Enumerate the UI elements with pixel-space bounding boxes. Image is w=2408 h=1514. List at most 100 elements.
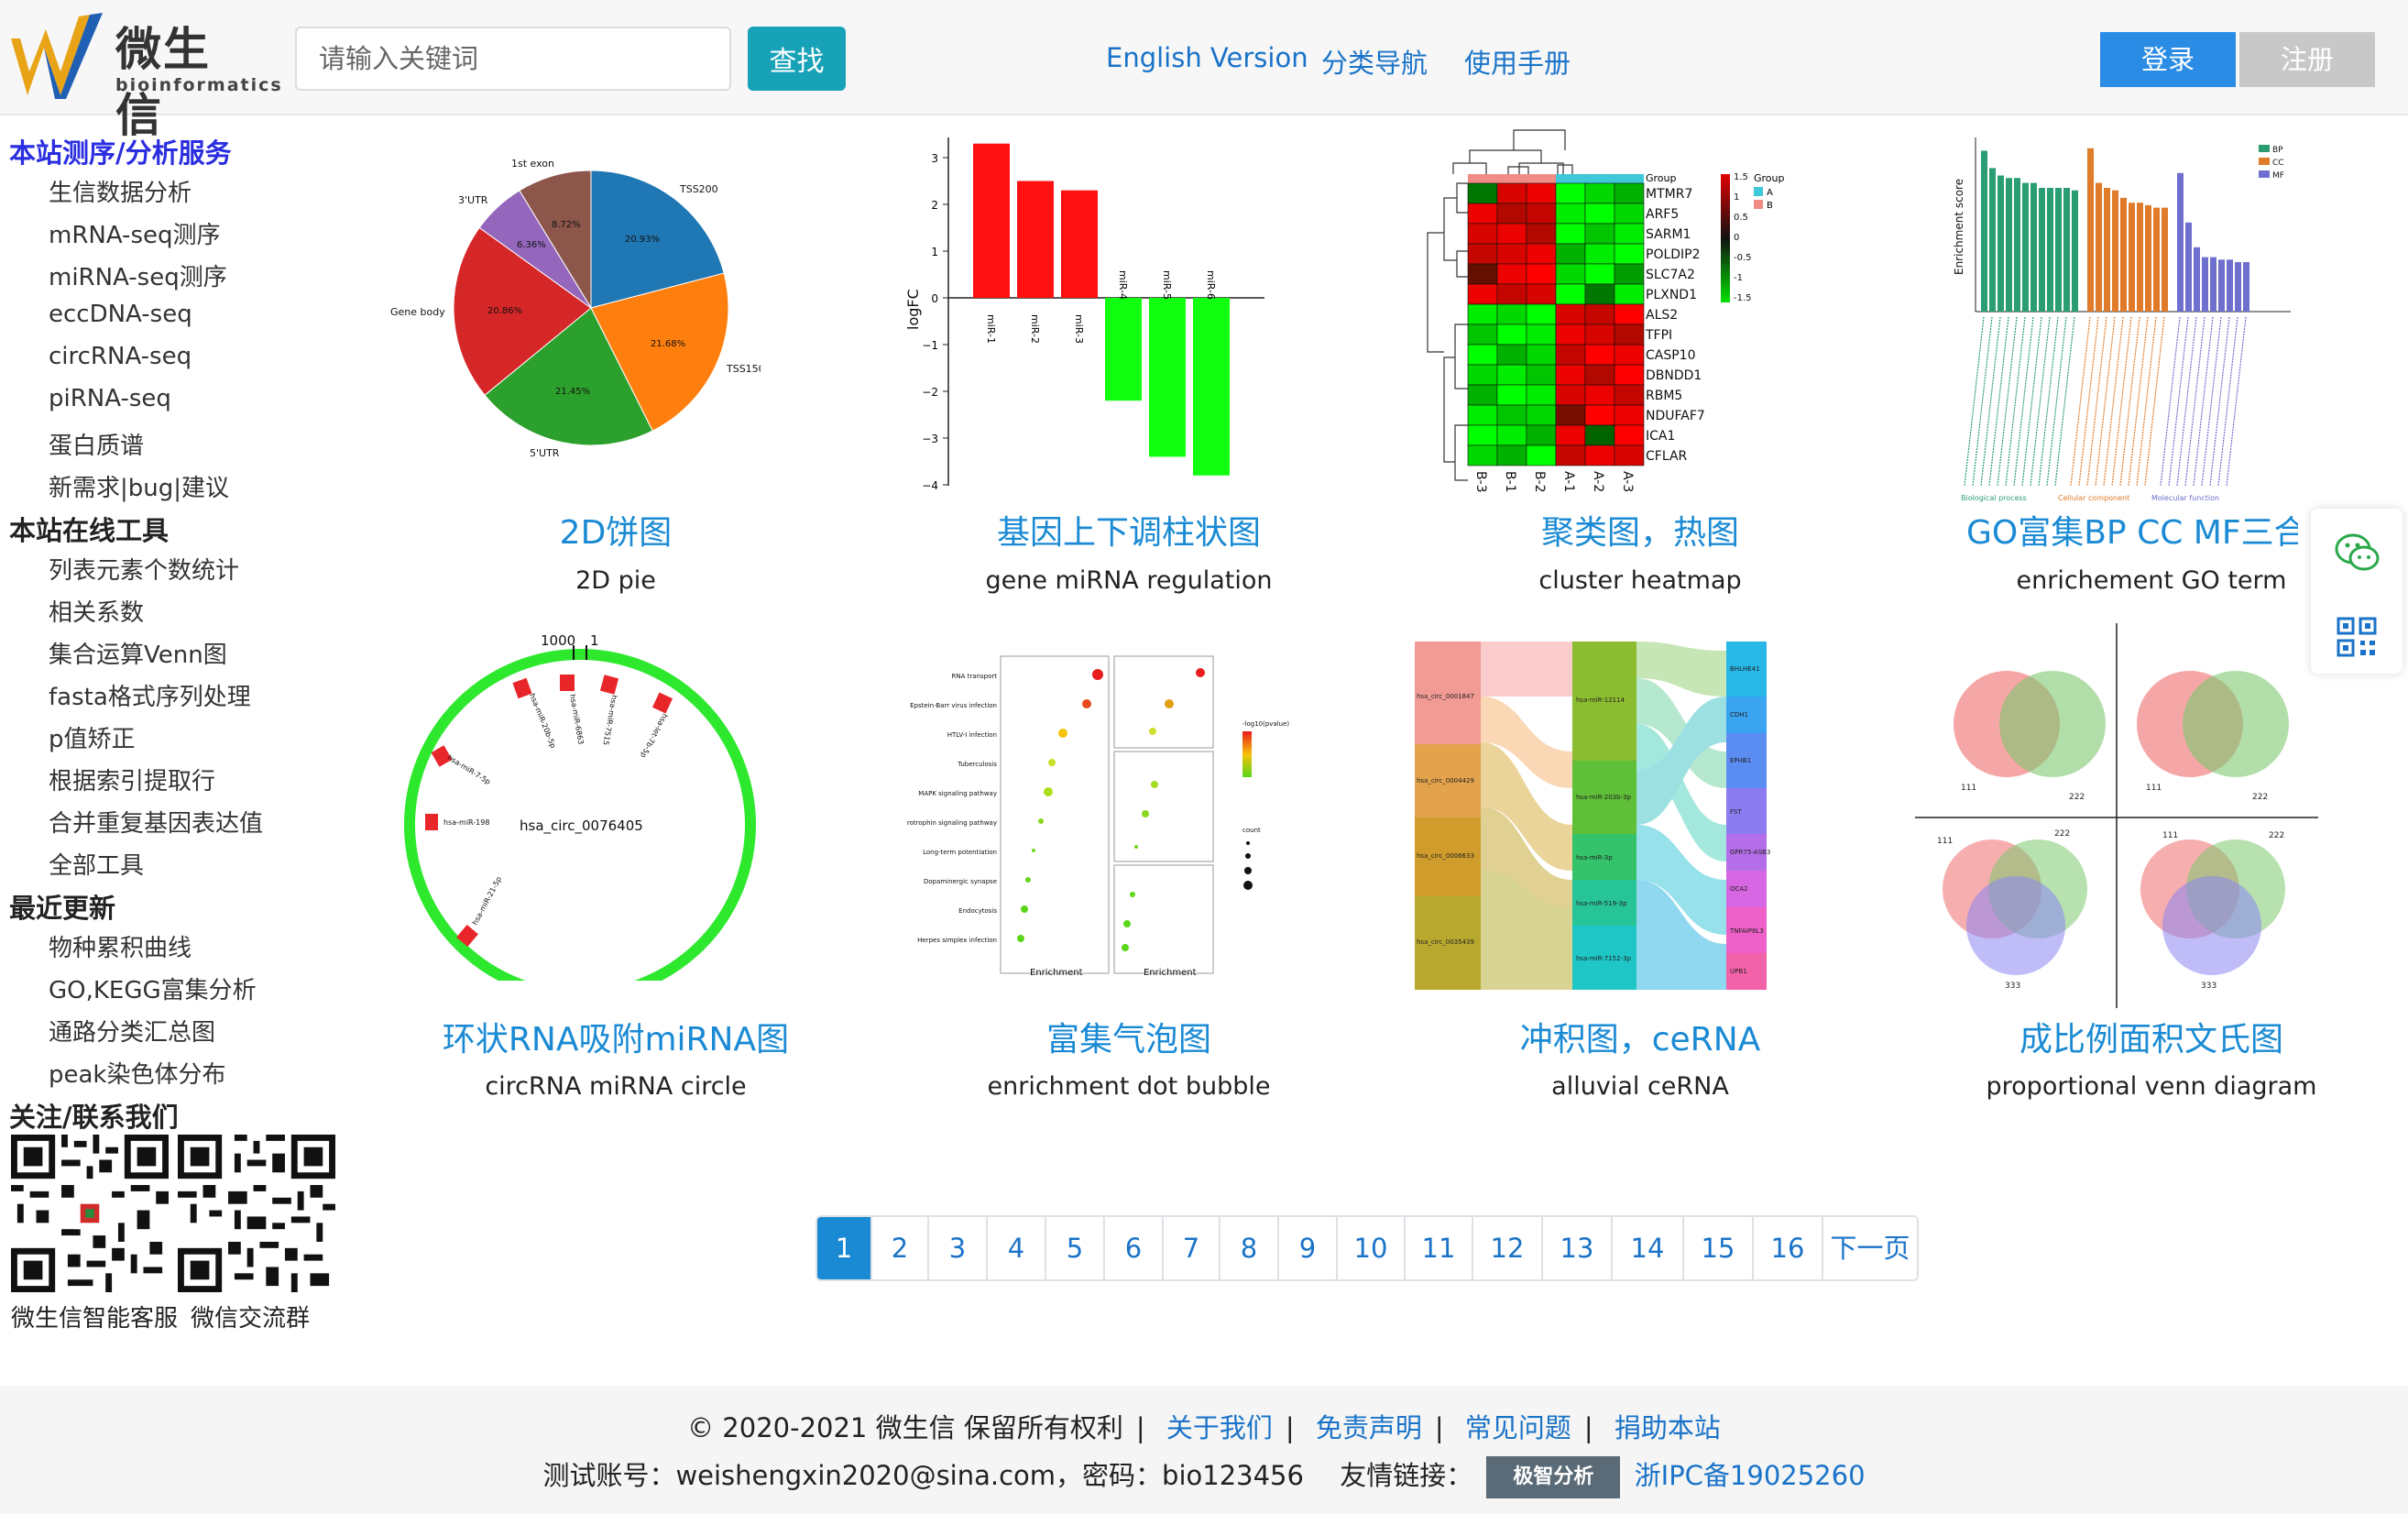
sidebar-item-tool[interactable]: 全部工具: [49, 847, 144, 881]
card-title-heatmap[interactable]: 聚类图，热图: [1402, 506, 1878, 554]
heat-cells: [1467, 182, 1645, 466]
alluvial-right-label: TNFAIP8L3: [1729, 927, 1764, 935]
page-1[interactable]: 1: [817, 1217, 872, 1279]
card-title-2d-pie[interactable]: 2D饼图: [378, 506, 854, 554]
bubble-legend-title: -log10(pvalue): [1242, 720, 1289, 728]
heat-cell: [1555, 263, 1586, 285]
sidebar-item-tool[interactable]: p值矫正: [49, 720, 136, 754]
page-8[interactable]: 8: [1220, 1217, 1279, 1279]
sidebar-item-update[interactable]: 物种累积曲线: [49, 929, 192, 963]
go-term-label-line: [2054, 316, 2075, 487]
bar-category-label: miR-1: [985, 314, 997, 344]
page-10[interactable]: 10: [1338, 1217, 1406, 1279]
bubble-dot: [1092, 669, 1103, 680]
go-legend-swatch: [2259, 145, 2270, 152]
friend-link-badge[interactable]: 极智分析: [1486, 1456, 1621, 1498]
thumbnail-bubble-chart[interactable]: RNA transport Epstein-Barr virus infectio…: [907, 653, 1292, 988]
card-title-circ-rna[interactable]: 环状RNA吸附miRNA图: [378, 1013, 854, 1060]
page-4[interactable]: 4: [988, 1217, 1046, 1279]
sidebar-item-service[interactable]: 新需求|bug|建议: [49, 469, 229, 503]
footer-link-donate[interactable]: 捐助本站: [1614, 1412, 1721, 1443]
footer-link-about[interactable]: 关于我们: [1166, 1412, 1273, 1443]
thumbnail-venn-diagram[interactable]: 111 222 111 222 111 222 333 111 222 333: [1915, 623, 2318, 1008]
bar-tick-label: −3: [922, 433, 938, 445]
site-logo[interactable]: 微生信 bioinformatics: [7, 7, 281, 142]
heat-cell: [1526, 303, 1557, 325]
page-11[interactable]: 11: [1406, 1217, 1473, 1279]
page-14[interactable]: 14: [1613, 1217, 1684, 1279]
sidebar-item-tool[interactable]: 集合运算Venn图: [49, 636, 227, 670]
page-15[interactable]: 15: [1684, 1217, 1754, 1279]
nav-manual[interactable]: 使用手册: [1464, 42, 1571, 81]
sidebar-item-tool[interactable]: 相关系数: [49, 594, 144, 628]
card-title-go-enrichment[interactable]: GO富集BP CC MF三合一: [1913, 506, 2298, 554]
thumbnail-bar-chart[interactable]: 3 2 1 0 −1 −2 −3 −4 miR-1 miR-2 miR-3 miR-4 miR-5 miR…: [898, 128, 1283, 495]
heat-cell: [1526, 364, 1557, 386]
search-input[interactable]: [295, 27, 731, 91]
footer-link-faq[interactable]: 常见问题: [1465, 1412, 1571, 1443]
footer-link-disclaimer[interactable]: 免责声明: [1316, 1412, 1422, 1443]
wechat-icon[interactable]: [2335, 532, 2381, 573]
card-title-bar-chart[interactable]: 基因上下调柱状图: [891, 506, 1367, 554]
sidebar-item-service[interactable]: piRNA-seq: [49, 385, 171, 412]
thumbnail-alluvial-chart[interactable]: hsa_circ_0001847 hsa_circ_0004429 hsa_ci…: [1415, 642, 1800, 992]
sidebar-item-tool[interactable]: 根据索引提取行: [49, 762, 215, 796]
sidebar-item-update[interactable]: GO,KEGG富集分析: [49, 971, 257, 1005]
sidebar-item-tool[interactable]: fasta格式序列处理: [49, 678, 251, 712]
thumbnail-go-enrichment[interactable]: Enrichment score BP CC MF Biological pro…: [1943, 128, 2309, 513]
heat-cell: [1614, 303, 1645, 325]
search-button[interactable]: 查找: [748, 27, 846, 91]
heat-cell: [1496, 203, 1527, 225]
alluvial-mid-label: hsa-miR-7152-3p: [1576, 955, 1632, 962]
sidebar-item-service[interactable]: eccDNA-seq: [49, 301, 192, 328]
next-page-button[interactable]: 下一页: [1823, 1217, 1917, 1279]
heat-cell: [1555, 223, 1586, 245]
sidebar-item-tool[interactable]: 合并重复基因表达值: [49, 805, 263, 839]
bubble-term-label: Dopaminergic synapse: [924, 878, 997, 885]
nav-category[interactable]: 分类导航: [1321, 42, 1428, 81]
thumbnail-circ-rna[interactable]: 1000 1 hsa_circ_0076405 hsa-miR-7-5p hsa…: [394, 623, 779, 981]
login-button[interactable]: 登录: [2100, 32, 2236, 87]
heat-cell: [1467, 364, 1498, 386]
go-bar: [1998, 175, 2004, 312]
go-term-label-line: [2217, 316, 2238, 487]
page-6[interactable]: 6: [1105, 1217, 1164, 1279]
card-title-bubble-chart[interactable]: 富集气泡图: [891, 1013, 1367, 1060]
thumbnail-heatmap[interactable]: MTMR7 ARF5 SARM1 POLDIP2 SLC7A2 PLXND1 ALS2 TFP…: [1411, 123, 1805, 499]
card-title-alluvial-chart[interactable]: 冲积图，ceRNA: [1402, 1013, 1878, 1060]
heat-cell: [1496, 243, 1527, 265]
page-12[interactable]: 12: [1473, 1217, 1543, 1279]
sidebar-item-service[interactable]: 蛋白质谱: [49, 427, 144, 461]
heat-legend-b-swatch: [1754, 200, 1763, 209]
sidebar-item-service[interactable]: mRNA-seq测序: [49, 216, 221, 250]
page-16[interactable]: 16: [1754, 1217, 1823, 1279]
sidebar-item-update[interactable]: peak染色体分布: [49, 1056, 226, 1090]
icp-link[interactable]: 浙IPC备19025260: [1635, 1460, 1866, 1491]
sidebar-item-service[interactable]: 生信数据分析: [49, 174, 192, 208]
nav-english-version[interactable]: English Version: [1106, 42, 1308, 73]
heat-cell: [1467, 303, 1498, 325]
page-5[interactable]: 5: [1046, 1217, 1105, 1279]
page-9[interactable]: 9: [1279, 1217, 1338, 1279]
go-term-label-line: [2226, 316, 2247, 487]
go-bar: [2039, 188, 2045, 312]
bar-tick-label: 1: [931, 246, 938, 258]
sidebar-item-tool[interactable]: 列表元素个数统计: [49, 552, 239, 586]
sidebar-item-service[interactable]: miRNA-seq测序: [49, 258, 227, 292]
sidebar-item-update[interactable]: 通路分类汇总图: [49, 1014, 215, 1048]
register-button[interactable]: 注册: [2239, 32, 2375, 87]
heat-cell: [1496, 364, 1527, 386]
page-13[interactable]: 13: [1543, 1217, 1613, 1279]
thumbnail-2d-pie[interactable]: 1st exon TSS200 3'UTR Gene body 5'UTR TS…: [376, 137, 761, 467]
qr-code-icon[interactable]: [2337, 617, 2377, 657]
page-3[interactable]: 3: [929, 1217, 988, 1279]
bubble-dot: [1025, 877, 1031, 883]
card-title-venn-diagram[interactable]: 成比例面积文氏图: [1913, 1013, 2390, 1060]
heat-cell: [1526, 424, 1557, 446]
sidebar-item-service[interactable]: circRNA-seq: [49, 343, 192, 370]
venn-circle: [2183, 671, 2289, 777]
page-7[interactable]: 7: [1164, 1217, 1220, 1279]
page-2[interactable]: 2: [872, 1217, 929, 1279]
services-title[interactable]: 本站测序/分析服务: [9, 132, 232, 170]
bubble-dot: [1017, 935, 1024, 942]
